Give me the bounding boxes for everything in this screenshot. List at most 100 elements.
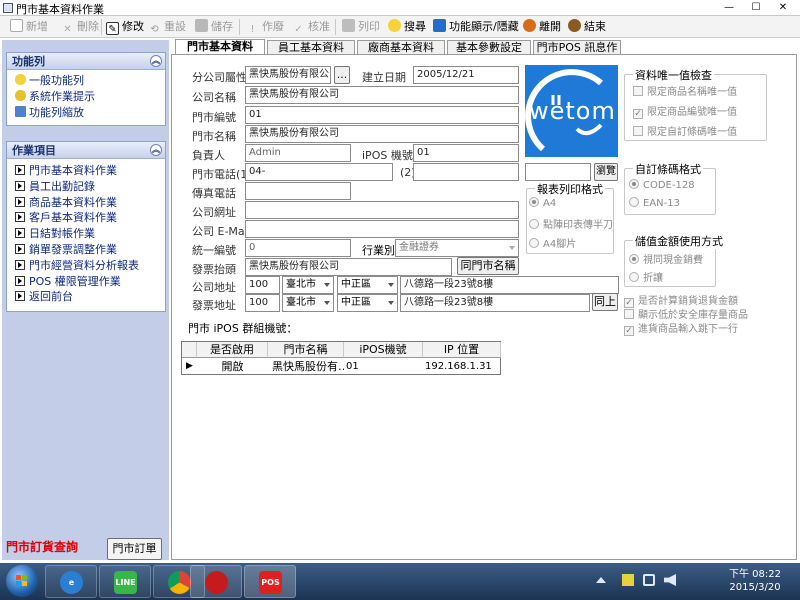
low-stock-checkbox[interactable]: 顯示低於安全庫存量商品 <box>624 306 748 321</box>
company-district-select[interactable]: 中正區 <box>337 276 398 294</box>
company-city-select[interactable]: 臺北市 <box>282 276 334 294</box>
taskbar-app1[interactable] <box>190 565 242 598</box>
table-header-enabled[interactable]: 是否啟用 <box>197 342 268 358</box>
founded-date-field[interactable]: 2005/12/21 <box>413 66 519 84</box>
volume-icon[interactable] <box>664 574 676 586</box>
table-cell-enabled[interactable]: 開啟 <box>197 359 268 375</box>
invoice-district-select[interactable]: 中正區 <box>337 294 398 312</box>
next-row-checkbox[interactable]: ✓ 進貨商品輸入跳下一行 <box>624 320 738 336</box>
ipos-no-field[interactable]: 01 <box>413 144 519 162</box>
stored-value-discount-radio[interactable]: 折讓 <box>629 269 663 284</box>
void-button[interactable]: ! 作廢 <box>246 19 284 35</box>
tab-employee-data[interactable]: 員工基本資料 <box>267 40 355 55</box>
sidebar-item-pos-permissions[interactable]: POS 權限管理作業 <box>7 274 165 290</box>
invoice-city-select[interactable]: 臺北市 <box>282 294 334 312</box>
branch-attr-field[interactable]: 黑快馬股份有限公 <box>245 66 331 84</box>
taskbar-pos[interactable]: POS <box>244 565 296 598</box>
same-as-above-button[interactable]: 同上 <box>592 293 618 311</box>
company-name-field[interactable]: 黑快馬股份有限公司 <box>245 86 519 104</box>
delete-button[interactable]: ✕ 刪除 <box>61 19 99 35</box>
sidebar-item-return-front[interactable]: 返回前台 <box>7 289 165 305</box>
ipos-group-label: 門市 iPOS 群組機號： <box>188 322 298 335</box>
table-cell-ipos-no[interactable]: 01 <box>346 359 423 375</box>
collapse-chevron-icon[interactable]: ︽ <box>150 55 162 67</box>
table-header-ip[interactable]: IP 位置 <box>423 342 501 358</box>
branch-browse-button[interactable]: ... <box>334 66 350 84</box>
taskbar-line[interactable]: LINE <box>99 565 151 598</box>
sidebar-item-customers[interactable]: 客戶基本資料作業 <box>7 210 165 226</box>
industry-select[interactable]: 金融證券 <box>395 239 519 257</box>
tab-parameters[interactable]: 基本參數設定 <box>447 40 531 55</box>
print-option-dotmatrix[interactable]: 點陣印表傳半刀 <box>529 216 613 231</box>
website-field[interactable] <box>245 201 519 219</box>
tray-expand-icon[interactable] <box>596 575 606 583</box>
print-button[interactable]: 列印 <box>342 19 380 35</box>
stored-value-cash-radio[interactable]: 視同現金銷費 <box>629 251 703 266</box>
pos-app-icon: POS <box>259 571 282 594</box>
network-icon[interactable] <box>643 574 655 586</box>
store-name-field[interactable]: 黑快馬股份有限公司 <box>245 125 519 143</box>
minimize-button[interactable]: — <box>717 1 741 14</box>
windows-logo-icon <box>16 575 27 586</box>
approve-button[interactable]: ✓ 核准 <box>292 19 330 35</box>
store-order-button[interactable]: 門市訂單 <box>107 538 162 560</box>
order-query-label[interactable]: 門市訂貨查詢 <box>6 538 78 555</box>
sidebar-item-general-functions[interactable]: 一般功能列 <box>7 73 165 89</box>
owner-field[interactable]: Admin <box>245 144 351 162</box>
table-header-ipos-no[interactable]: iPOS機號 <box>344 342 423 358</box>
fax-field[interactable] <box>245 182 351 200</box>
phone1-field[interactable]: 04- <box>245 163 393 181</box>
logo-browse-button[interactable]: 瀏覽 <box>594 163 618 181</box>
leave-button[interactable]: 離開 <box>523 19 561 35</box>
store-no-field[interactable]: 01 <box>245 106 519 124</box>
functions-panel-header[interactable]: 功能列 ︽ <box>7 53 165 70</box>
search-button[interactable]: 搜尋 <box>388 19 426 35</box>
reset-button[interactable]: ⟲ 重設 <box>148 19 186 35</box>
email-field[interactable] <box>245 220 519 238</box>
table-cell-ip[interactable]: 192.168.1.31 <box>425 359 501 375</box>
maximize-button[interactable]: ☐ <box>744 1 768 14</box>
unique-product-name-checkbox[interactable]: 限定商品名稱唯一值 <box>633 83 737 98</box>
unique-product-no-checkbox[interactable]: ✓ 限定商品編號唯一值 <box>633 103 737 119</box>
barcode-ean13-radio[interactable]: EAN-13 <box>629 197 680 209</box>
edit-button[interactable]: ✎ 修改 <box>106 19 144 35</box>
taxid-field[interactable]: 0 <box>245 239 351 257</box>
toggle-functions-button[interactable]: 功能顯示/隱藏 <box>433 19 519 35</box>
branch-attr-label: 分公司屬性 <box>192 71 247 84</box>
new-button[interactable]: 新增 <box>10 19 48 35</box>
save-button[interactable]: 儲存 <box>195 19 233 35</box>
table-header-store-name[interactable]: 門市名稱 <box>268 342 344 358</box>
collapse-chevron-icon[interactable]: ︽ <box>150 144 162 156</box>
print-option-a4-slip[interactable]: A4腳片 <box>529 235 576 250</box>
invoice-title-field[interactable]: 黑快馬股份有限公司 <box>245 258 452 276</box>
print-option-a4[interactable]: A4 <box>529 197 556 209</box>
invoice-street-field[interactable]: 八德路一段23號8樓 <box>400 294 590 312</box>
invoice-zip-field[interactable]: 100 <box>245 294 280 312</box>
sidebar-item-daily-reconcile[interactable]: 日結對帳作業 <box>7 226 165 242</box>
phone2-field[interactable] <box>413 163 519 181</box>
tab-pos-messages[interactable]: 門市POS 訊息作業 <box>533 40 621 68</box>
sidebar-item-products[interactable]: 商品基本資料作業 <box>7 195 165 211</box>
action-center-icon[interactable] <box>622 574 634 586</box>
sidebar-item-attendance[interactable]: 員工出勤記錄 <box>7 179 165 195</box>
logo-path-field[interactable] <box>525 163 591 181</box>
table-cell-store-name[interactable]: 黑快馬股份有… <box>272 359 344 375</box>
barcode-code128-radio[interactable]: CODE-128 <box>629 179 695 191</box>
system-clock[interactable]: 下午 08:22 2015/3/20 <box>720 568 790 594</box>
sidebar-item-zoom-functions[interactable]: 功能列縮放 <box>7 105 165 121</box>
company-zip-field[interactable]: 100 <box>245 276 280 294</box>
exit-button[interactable]: 結束 <box>568 19 606 35</box>
checkbox-checked-icon: ✓ <box>633 109 643 119</box>
tab-vendor-data[interactable]: 廠商基本資料 <box>357 40 445 55</box>
sidebar-item-system-hints[interactable]: 系統作業提示 <box>7 89 165 105</box>
sidebar-item-store-data[interactable]: 門市基本資料作業 <box>7 163 165 179</box>
same-as-store-name-button[interactable]: 同門市名稱 <box>457 257 519 275</box>
sidebar-item-store-report[interactable]: 門市經營資料分析報表 <box>7 258 165 274</box>
unique-barcode-checkbox[interactable]: 限定自訂條碼唯一值 <box>633 123 737 138</box>
taskbar-ie[interactable]: e <box>45 565 97 598</box>
sidebar-item-invoice-adjust[interactable]: 銷單發票調整作業 <box>7 242 165 258</box>
start-button[interactable] <box>6 565 38 597</box>
tasks-panel-header[interactable]: 作業項目 ︽ <box>7 142 165 159</box>
close-button[interactable]: ✕ <box>771 1 795 14</box>
company-street-field[interactable]: 八德路一段23號8樓 <box>400 276 619 294</box>
